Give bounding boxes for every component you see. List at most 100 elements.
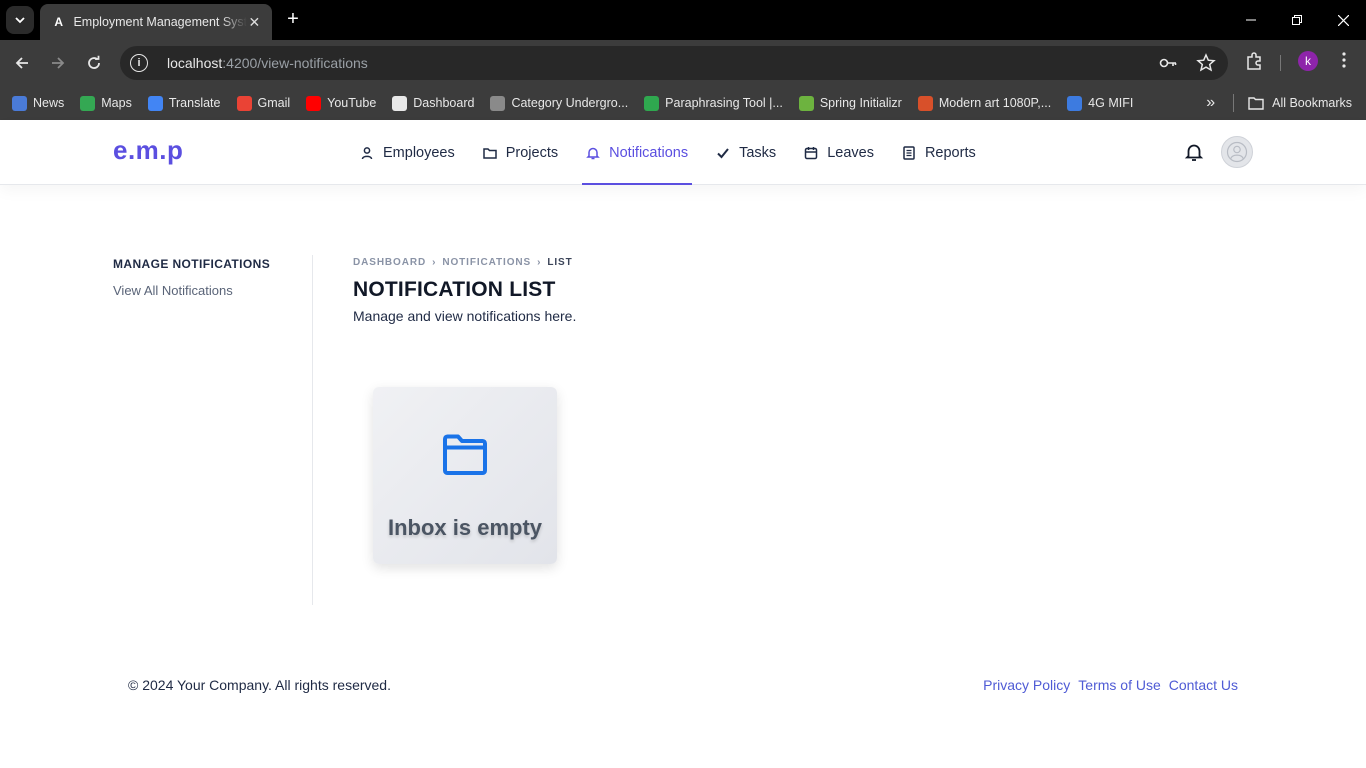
window-controls xyxy=(1228,0,1366,40)
minimize-button[interactable] xyxy=(1228,0,1274,40)
all-bookmarks-button[interactable]: All Bookmarks xyxy=(1272,96,1352,110)
close-icon xyxy=(1337,14,1349,26)
bookmark-item[interactable]: YouTube xyxy=(306,95,376,111)
bookmark-label: Modern art 1080P,... xyxy=(938,96,1052,110)
bookmarks-right: » All Bookmarks xyxy=(1206,86,1352,120)
bookmark-item[interactable]: Spring Initializr xyxy=(798,95,902,111)
tab-search-button[interactable] xyxy=(6,6,34,34)
bookmark-item[interactable]: Gmail xyxy=(236,95,291,111)
address-bar[interactable]: i localhost:4200/view-notifications xyxy=(120,46,1228,80)
folder-icon xyxy=(482,147,497,159)
bookmark-item[interactable]: News xyxy=(12,95,65,111)
bookmark-label: 4G MIFI xyxy=(1088,96,1134,110)
bookmarks-bar: News Maps Translate Gmail YouTube Dashboard Ca… xyxy=(0,86,1366,120)
bookmark-label: Gmail xyxy=(257,96,291,110)
nav-label: Projects xyxy=(505,144,559,161)
breadcrumb: DASHBOARD › NOTIFICATIONS › LIST xyxy=(353,257,573,268)
bookmark-favicon-icon xyxy=(490,95,506,111)
minimize-icon xyxy=(1246,19,1256,21)
nav-label: Reports xyxy=(924,144,976,161)
browser-tab[interactable]: A Employment Management System ✕ xyxy=(40,4,272,40)
restore-button[interactable] xyxy=(1274,0,1320,40)
footer-links: Privacy Policy Terms of Use Contact Us xyxy=(983,677,1238,693)
bookmark-item[interactable]: 4G MIFI xyxy=(1067,95,1134,111)
forward-button[interactable] xyxy=(46,51,70,75)
new-tab-plus-icon[interactable]: + xyxy=(282,8,304,30)
bell-icon xyxy=(1184,144,1204,161)
bookmark-favicon-icon xyxy=(798,95,814,111)
sidebar-link-view-all[interactable]: View All Notifications xyxy=(113,283,233,298)
bookmark-favicon-icon xyxy=(917,95,933,111)
check-icon xyxy=(717,147,729,158)
breadcrumb-dashboard[interactable]: DASHBOARD xyxy=(353,257,426,268)
arrow-left-icon xyxy=(15,57,28,69)
person-icon xyxy=(361,146,373,159)
reload-icon xyxy=(88,55,100,69)
chevron-right-icon: › xyxy=(537,257,542,268)
nav-item-projects[interactable]: Projects xyxy=(482,120,559,185)
bookmark-item[interactable]: Category Undergro... xyxy=(490,95,629,111)
browser-toolbar: i localhost:4200/view-notifications k xyxy=(0,40,1366,86)
extensions-button[interactable] xyxy=(1244,51,1264,71)
arrow-right-icon xyxy=(52,57,65,69)
angular-favicon-icon: A xyxy=(54,15,64,29)
bookmark-label: News xyxy=(33,96,65,110)
close-window-button[interactable] xyxy=(1320,0,1366,40)
profile-button[interactable]: k xyxy=(1298,51,1318,71)
main-nav: Employees Projects Notifications Tasks L… xyxy=(360,120,1004,185)
bookmarks-divider xyxy=(1233,94,1235,112)
chevron-double-right-icon[interactable]: » xyxy=(1206,94,1215,112)
bookmark-favicon-icon xyxy=(644,95,660,111)
bookmark-item[interactable]: Paraphrasing Tool |... xyxy=(644,95,783,111)
nav-label: Employees xyxy=(383,144,455,161)
bell-icon xyxy=(586,147,600,159)
sidebar-divider xyxy=(312,255,313,605)
nav-item-notifications[interactable]: Notifications xyxy=(582,120,693,185)
reload-button[interactable] xyxy=(82,51,106,75)
app-header: e.m.p Employees Projects Notifications T… xyxy=(0,120,1366,185)
site-info-icon[interactable]: i xyxy=(130,54,148,72)
bookmark-item[interactable]: Dashboard xyxy=(392,95,475,111)
user-circle-icon xyxy=(1226,141,1248,163)
footer-link-contact[interactable]: Contact Us xyxy=(1169,677,1238,693)
footer-copyright: © 2024 Your Company. All rights reserved… xyxy=(128,677,391,693)
footer-link-privacy[interactable]: Privacy Policy xyxy=(983,677,1070,693)
brand-logo[interactable]: e.m.p xyxy=(113,135,183,166)
url-text: localhost:4200/view-notifications xyxy=(167,55,368,71)
breadcrumb-current: LIST xyxy=(547,257,573,268)
browser-menu-button[interactable] xyxy=(1335,51,1353,69)
document-icon xyxy=(903,145,915,160)
bookmark-label: Dashboard xyxy=(413,96,475,110)
nav-item-leaves[interactable]: Leaves xyxy=(804,120,874,185)
empty-state-text: Inbox is empty xyxy=(387,515,543,540)
nav-item-tasks[interactable]: Tasks xyxy=(716,120,776,185)
bookmark-favicon-icon xyxy=(80,95,96,111)
calendar-icon xyxy=(804,146,818,159)
folder-icon xyxy=(1248,97,1264,110)
nav-item-employees[interactable]: Employees xyxy=(360,120,455,185)
puzzle-icon xyxy=(1247,52,1261,70)
nav-item-reports[interactable]: Reports xyxy=(902,120,976,185)
breadcrumb-notifications[interactable]: NOTIFICATIONS xyxy=(442,257,531,268)
bookmark-favicon-icon xyxy=(147,95,163,111)
bookmark-item[interactable]: Modern art 1080P,... xyxy=(917,95,1052,111)
bookmark-star-icon[interactable] xyxy=(1196,53,1216,73)
tab-close-icon[interactable]: ✕ xyxy=(247,14,262,31)
bookmark-label: Category Undergro... xyxy=(511,96,629,110)
password-key-icon[interactable] xyxy=(1158,53,1178,73)
nav-label: Notifications xyxy=(609,144,689,161)
notifications-bell-button[interactable] xyxy=(1184,142,1204,167)
more-vert-icon xyxy=(1342,52,1346,68)
footer-link-terms[interactable]: Terms of Use xyxy=(1078,677,1160,693)
bookmark-favicon-icon xyxy=(1067,95,1083,111)
back-button[interactable] xyxy=(10,51,34,75)
toolbar-divider xyxy=(1280,55,1281,71)
restore-icon xyxy=(1292,15,1302,25)
bookmark-item[interactable]: Maps xyxy=(80,95,132,111)
nav-label: Leaves xyxy=(827,144,874,161)
page-title: NOTIFICATION LIST xyxy=(353,278,556,301)
folder-icon xyxy=(441,433,489,482)
tab-title: Employment Management System xyxy=(73,15,247,29)
user-avatar[interactable] xyxy=(1221,136,1253,168)
bookmark-item[interactable]: Translate xyxy=(147,95,221,111)
